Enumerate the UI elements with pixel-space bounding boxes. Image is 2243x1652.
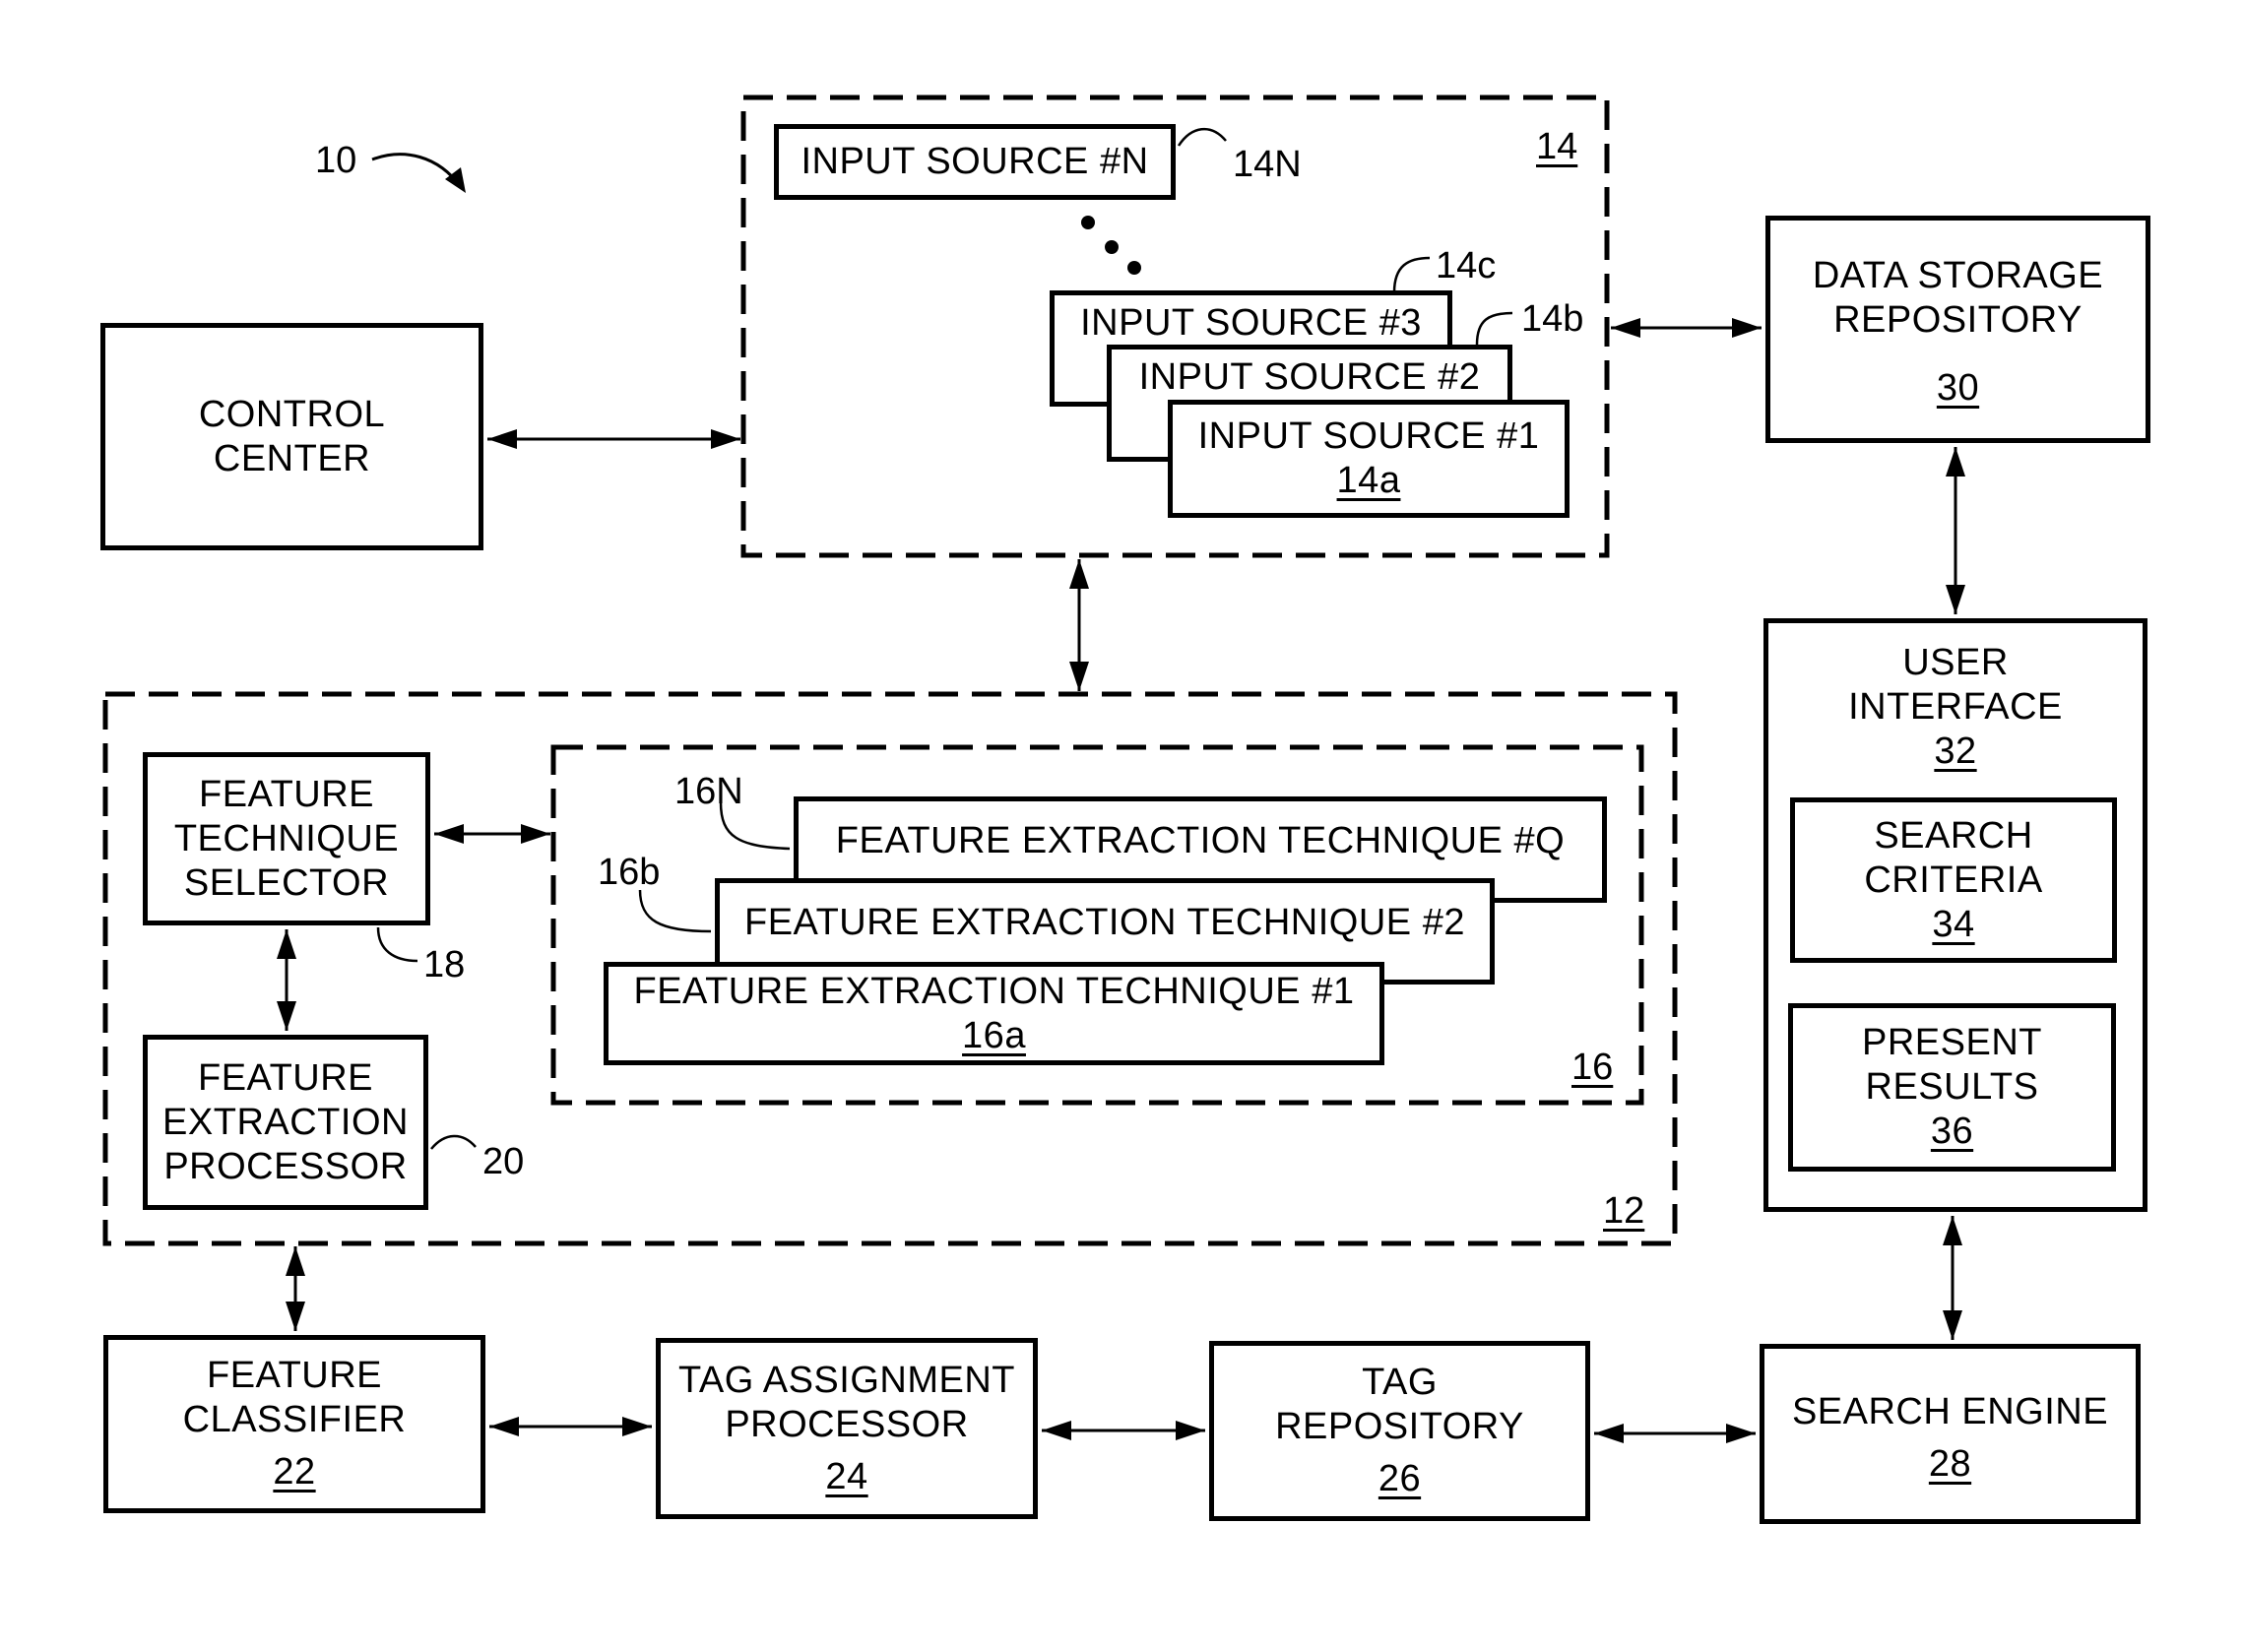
search-engine-line-1: SEARCH ENGINE xyxy=(1791,1391,2109,1432)
control-center-line-1: CONTROL xyxy=(198,393,386,435)
input-source-3-label: INPUT SOURCE #3 xyxy=(1080,302,1422,344)
technique-1-label: FEATURE EXTRACTION TECHNIQUE #1 xyxy=(633,970,1355,1012)
technique-1-block[interactable]: FEATURE EXTRACTION TECHNIQUE #1 16a xyxy=(604,962,1384,1065)
technique-selector-block[interactable]: FEATURE TECHNIQUE SELECTOR xyxy=(143,752,430,925)
user-interface-ref: 32 xyxy=(1934,731,1977,772)
user-interface-line-1: USER xyxy=(1902,642,2009,683)
extraction-processor-line-1: FEATURE xyxy=(197,1056,374,1099)
feature-classifier-line-2: CLASSIFIER xyxy=(182,1399,407,1440)
technique-selector-ref: 18 xyxy=(423,944,466,985)
extraction-processor-line-3: PROCESSOR xyxy=(163,1145,408,1187)
extraction-processor-line-2: EXTRACTION xyxy=(162,1101,409,1143)
input-source-3-ref: 14c xyxy=(1436,245,1497,286)
present-results-block[interactable]: PRESENT RESULTS 36 xyxy=(1788,1003,2116,1172)
technique-selector-line-3: SELECTOR xyxy=(183,861,390,904)
leader-18 xyxy=(376,926,418,963)
input-source-1-label: INPUT SOURCE #1 xyxy=(1197,415,1540,457)
control-center-block[interactable]: CONTROL CENTER xyxy=(100,323,483,550)
input-group-ref: 14 xyxy=(1536,126,1578,167)
leader-20 xyxy=(430,1134,477,1150)
tag-assignment-ref: 24 xyxy=(825,1455,868,1497)
techniques-group-ref: 16 xyxy=(1571,1047,1614,1088)
feature-classifier-ref: 22 xyxy=(273,1451,316,1493)
search-criteria-line-1: SEARCH xyxy=(1874,814,2033,857)
data-storage-line-2: REPOSITORY xyxy=(1833,299,2083,341)
tag-assignment-block[interactable]: TAG ASSIGNMENT PROCESSOR 24 xyxy=(656,1338,1038,1519)
processing-group-ref: 12 xyxy=(1603,1190,1645,1232)
technique-2-label: FEATURE EXTRACTION TECHNIQUE #2 xyxy=(744,902,1465,943)
tag-assignment-line-2: PROCESSOR xyxy=(725,1403,969,1445)
search-criteria-ref: 34 xyxy=(1932,903,1975,945)
data-storage-ref: 30 xyxy=(1936,367,1980,409)
input-source-1-ref: 14a xyxy=(1336,460,1401,501)
input-source-n-block[interactable]: INPUT SOURCE #N xyxy=(774,124,1176,200)
leader-14b xyxy=(1475,311,1513,346)
input-source-1-block[interactable]: INPUT SOURCE #1 14a xyxy=(1168,400,1570,518)
present-results-ref: 36 xyxy=(1930,1111,1974,1152)
user-interface-line-2: INTERFACE xyxy=(1848,686,2063,728)
input-source-n-ref: 14N xyxy=(1233,144,1302,185)
ellipsis-dot xyxy=(1081,216,1095,229)
tag-repository-line-1: TAG xyxy=(1362,1362,1438,1403)
technique-q-label: FEATURE EXTRACTION TECHNIQUE #Q xyxy=(835,820,1566,861)
data-storage-block[interactable]: DATA STORAGE REPOSITORY 30 xyxy=(1765,216,2150,443)
tag-repository-ref: 26 xyxy=(1378,1458,1422,1499)
system-ref-arrow xyxy=(371,153,463,188)
technique-selector-line-2: TECHNIQUE xyxy=(173,817,400,859)
tag-repository-block[interactable]: TAG REPOSITORY 26 xyxy=(1209,1341,1590,1521)
system-ref-label: 10 xyxy=(315,140,357,181)
leader-14N xyxy=(1177,127,1227,147)
search-engine-block[interactable]: SEARCH ENGINE 28 xyxy=(1760,1344,2141,1524)
extraction-processor-ref: 20 xyxy=(482,1141,525,1182)
present-results-line-2: RESULTS xyxy=(1865,1066,2039,1108)
input-source-n-label: INPUT SOURCE #N xyxy=(801,141,1149,182)
input-source-2-label: INPUT SOURCE #2 xyxy=(1138,356,1481,398)
leader-14c xyxy=(1392,256,1431,293)
control-center-line-2: CENTER xyxy=(213,437,371,479)
technique-2-ref: 16b xyxy=(598,852,661,893)
data-storage-line-1: DATA STORAGE xyxy=(1812,255,2104,296)
present-results-line-1: PRESENT xyxy=(1862,1022,2042,1063)
feature-classifier-block[interactable]: FEATURE CLASSIFIER 22 xyxy=(103,1335,485,1513)
extraction-processor-block[interactable]: FEATURE EXTRACTION PROCESSOR xyxy=(143,1035,428,1210)
search-engine-ref: 28 xyxy=(1928,1443,1972,1485)
tag-assignment-line-1: TAG ASSIGNMENT xyxy=(677,1359,1015,1401)
ellipsis-dot xyxy=(1105,240,1119,254)
technique-1-ref: 16a xyxy=(962,1014,1026,1056)
search-criteria-block[interactable]: SEARCH CRITERIA 34 xyxy=(1790,797,2117,963)
ellipsis-dot xyxy=(1127,261,1141,275)
technique-q-ref: 16N xyxy=(674,771,743,812)
leader-16b xyxy=(638,889,712,933)
feature-classifier-line-1: FEATURE xyxy=(206,1355,383,1396)
technique-selector-line-1: FEATURE xyxy=(198,773,375,815)
tag-repository-line-2: REPOSITORY xyxy=(1275,1406,1524,1447)
search-criteria-line-2: CRITERIA xyxy=(1864,858,2043,901)
input-source-2-ref: 14b xyxy=(1521,298,1584,340)
